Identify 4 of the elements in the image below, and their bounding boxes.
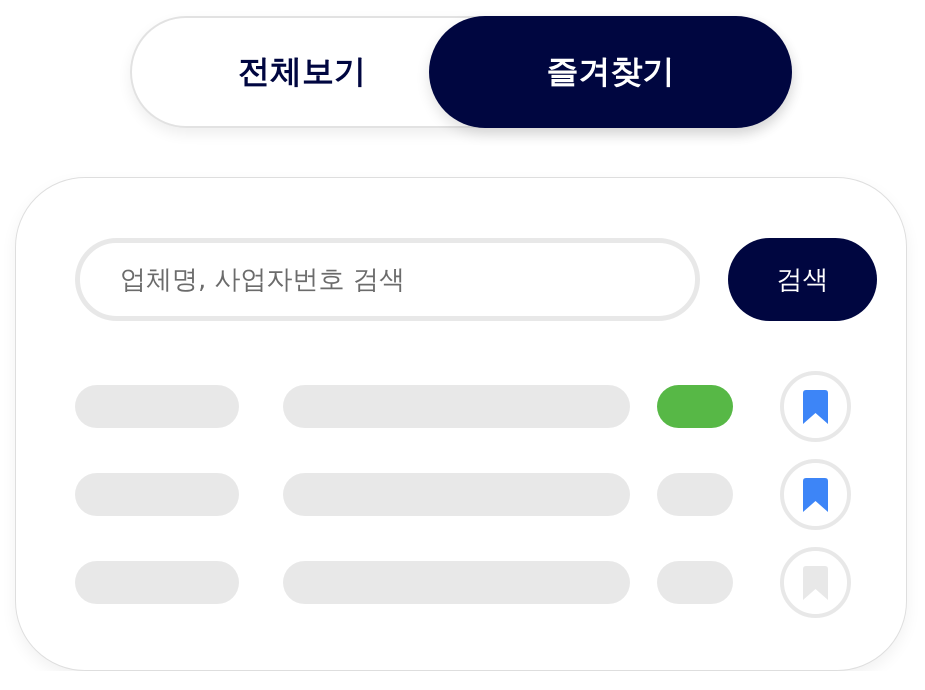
search-field[interactable]: 업체명, 사업자번호 검색 — [75, 238, 700, 321]
search-button[interactable]: 검색 — [728, 238, 877, 321]
view-tab[interactable]: 전체보기 — [130, 16, 429, 128]
view-tab[interactable]: 즐겨찾기 — [429, 16, 792, 128]
